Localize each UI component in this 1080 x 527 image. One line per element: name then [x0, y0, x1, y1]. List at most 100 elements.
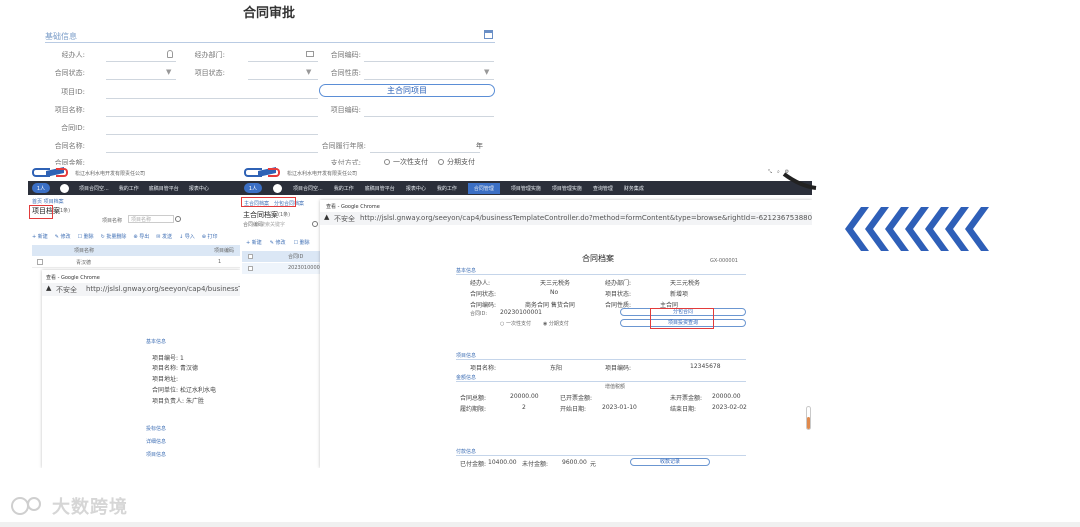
nav-item-1[interactable]: 我的工作	[119, 185, 139, 192]
search-input[interactable]: 项目名称	[128, 215, 174, 223]
logo-circle-icon[interactable]	[273, 183, 282, 193]
project-code-field[interactable]	[364, 116, 494, 117]
row-checkbox[interactable]	[37, 259, 43, 265]
label-project-name: 项目名称:	[54, 106, 85, 114]
print-button[interactable]: ⊕ 打印	[202, 233, 218, 240]
label-contract-name: 合同名称:	[54, 142, 85, 150]
delete-button[interactable]: ☐ 删除	[294, 239, 310, 246]
top-nav: 1人 项目合同空... 我的工作 底稿目管平台 报表中心	[28, 181, 240, 195]
contract-no-field[interactable]	[364, 61, 494, 62]
section-basic: 基本信息	[456, 268, 477, 274]
table-row[interactable]: 20230100001	[242, 263, 323, 274]
user-avatar[interactable]: 1人	[32, 183, 50, 193]
user-icon[interactable]	[167, 50, 173, 58]
nav-item-5[interactable]: 合同管理	[467, 182, 500, 194]
nav-item-2[interactable]: 底稿目管平台	[149, 185, 179, 192]
nav-item-2[interactable]: 底稿目管平台	[365, 185, 395, 192]
warning-icon: ▲	[324, 213, 330, 221]
toolbar: + 新建 ✎ 修改 ☐ 删除 ↻ 批量删除 ⊕ 导出 ✉ 发送 ↓ 导入 ⊕ 打…	[32, 233, 218, 240]
section-detail[interactable]: 详细信息	[146, 438, 166, 445]
label-contract-id: 合同ID:	[61, 124, 85, 132]
project-status-select[interactable]	[248, 79, 318, 80]
main-project-button[interactable]: 主合同项目	[319, 84, 495, 97]
contract-name-field[interactable]	[106, 152, 318, 153]
col-project-code[interactable]: 项目编码	[214, 247, 234, 254]
radio-once[interactable]: ○ 一次性支付	[500, 320, 531, 327]
url-text[interactable]: http://jslsl.gnway.org/seeyon/cap4/busin…	[360, 214, 812, 222]
logo-circle-icon[interactable]	[60, 183, 69, 193]
scrollbar-thumb[interactable]	[807, 417, 810, 429]
cell-contract-id: 20230100001	[288, 265, 323, 271]
chevron-down-icon[interactable]: ▼	[306, 68, 311, 76]
highlight-box	[241, 197, 296, 207]
import-button[interactable]: ↓ 导入	[179, 233, 195, 240]
chevron-down-icon[interactable]: ▼	[166, 68, 171, 76]
form-title: 合同审批	[243, 6, 296, 21]
field-unit: 元	[590, 461, 597, 468]
col-contract-id[interactable]: 合同ID	[288, 253, 303, 260]
company-name: 松辽水利水电开发有限责任公司	[75, 170, 146, 177]
chrome-popup: 查看 - Google Chrome ▲ 不安全 http://jslsl.gn…	[42, 270, 240, 468]
project-name-field[interactable]	[106, 116, 318, 117]
edit-button[interactable]: ✎ 修改	[55, 233, 71, 240]
search-input[interactable]: 搜索关键字	[260, 221, 285, 228]
field-label: 结束日期:	[670, 406, 697, 413]
label-contract-no: 合同编码:	[330, 51, 361, 59]
nav-item-1[interactable]: 我的工作	[334, 185, 354, 192]
nav-item-6[interactable]: 项目管理实施	[511, 185, 541, 192]
detail-label: 项目负责人:	[152, 398, 185, 405]
field-value: 20000.00	[510, 393, 539, 400]
edit-button[interactable]: ✎ 修改	[270, 239, 286, 246]
field-label: 项目名称:	[470, 365, 497, 372]
project-id-field[interactable]	[106, 98, 318, 99]
breadcrumb[interactable]: 首页 项目档案	[32, 198, 64, 205]
detail-label: 合同单位:	[152, 387, 179, 394]
label-handler: 经办人:	[61, 51, 85, 59]
nav-item-4[interactable]: 我的工作	[437, 185, 457, 192]
toolbar: + 新建 ✎ 修改 ☐ 删除	[246, 239, 310, 246]
select-all-checkbox[interactable]	[248, 254, 253, 259]
address-bar[interactable]: ▲ 不安全 http://jslsl.gnway.org/seeyon/cap4…	[42, 283, 240, 296]
export-button[interactable]: ⊕ 导出	[133, 233, 149, 240]
nav-item-3[interactable]: 报表中心	[189, 185, 209, 192]
scrollbar[interactable]	[806, 406, 811, 430]
nav-item-0[interactable]: 项目合同空...	[293, 185, 323, 192]
search-icon[interactable]	[175, 216, 181, 222]
chevron-down-icon[interactable]: ▼	[484, 68, 489, 76]
status-select[interactable]	[106, 79, 176, 80]
nav-item-8[interactable]: 查询管理	[593, 185, 613, 192]
calendar-icon[interactable]	[484, 30, 493, 39]
dept-field[interactable]	[248, 61, 318, 62]
payment-record-button[interactable]: 收款记录	[630, 458, 710, 466]
user-avatar[interactable]: 1人	[244, 183, 262, 193]
search-icon[interactable]	[312, 221, 318, 227]
dept-icon[interactable]	[306, 51, 314, 57]
delete-button[interactable]: ☐ 删除	[78, 233, 94, 240]
nav-item-3[interactable]: 报表中心	[406, 185, 426, 192]
radio-stage[interactable]: ◉ 分期支付	[543, 320, 569, 327]
section-basic[interactable]: 基本信息	[146, 338, 166, 345]
detail-label: 项目地址:	[152, 376, 179, 383]
section-bid[interactable]: 投标信息	[146, 425, 166, 432]
row-checkbox[interactable]	[248, 266, 253, 271]
nav-item-0[interactable]: 项目合同空...	[79, 185, 109, 192]
highlight-box	[650, 308, 714, 329]
section-project[interactable]: 项目信息	[146, 451, 166, 458]
url-text[interactable]: http://jslsl.gnway.org/seeyon/cap4/busin…	[86, 285, 240, 293]
section-divider	[456, 274, 746, 275]
new-button[interactable]: + 新建	[246, 239, 262, 246]
nature-select[interactable]	[364, 79, 494, 80]
term-field[interactable]	[370, 152, 480, 153]
batch-delete-button[interactable]: ↻ 批量删除	[101, 233, 127, 240]
address-bar[interactable]: ▲ 不安全 http://jslsl.gnway.org/seeyon/cap4…	[320, 212, 812, 225]
nav-item-7[interactable]: 项目管理实施	[552, 185, 582, 192]
table-row[interactable]: 青汉德 1	[32, 257, 240, 268]
send-button[interactable]: ✉ 发送	[156, 233, 172, 240]
field-label: 项目编码:	[605, 365, 632, 372]
col-project-name[interactable]: 项目名称	[74, 247, 94, 254]
radio-once-label: 一次性支付	[505, 321, 531, 327]
new-button[interactable]: + 新建	[32, 233, 48, 240]
contract-id-field[interactable]	[106, 134, 318, 135]
nav-item-9[interactable]: 财务集成	[624, 185, 644, 192]
handler-field[interactable]	[106, 61, 176, 62]
